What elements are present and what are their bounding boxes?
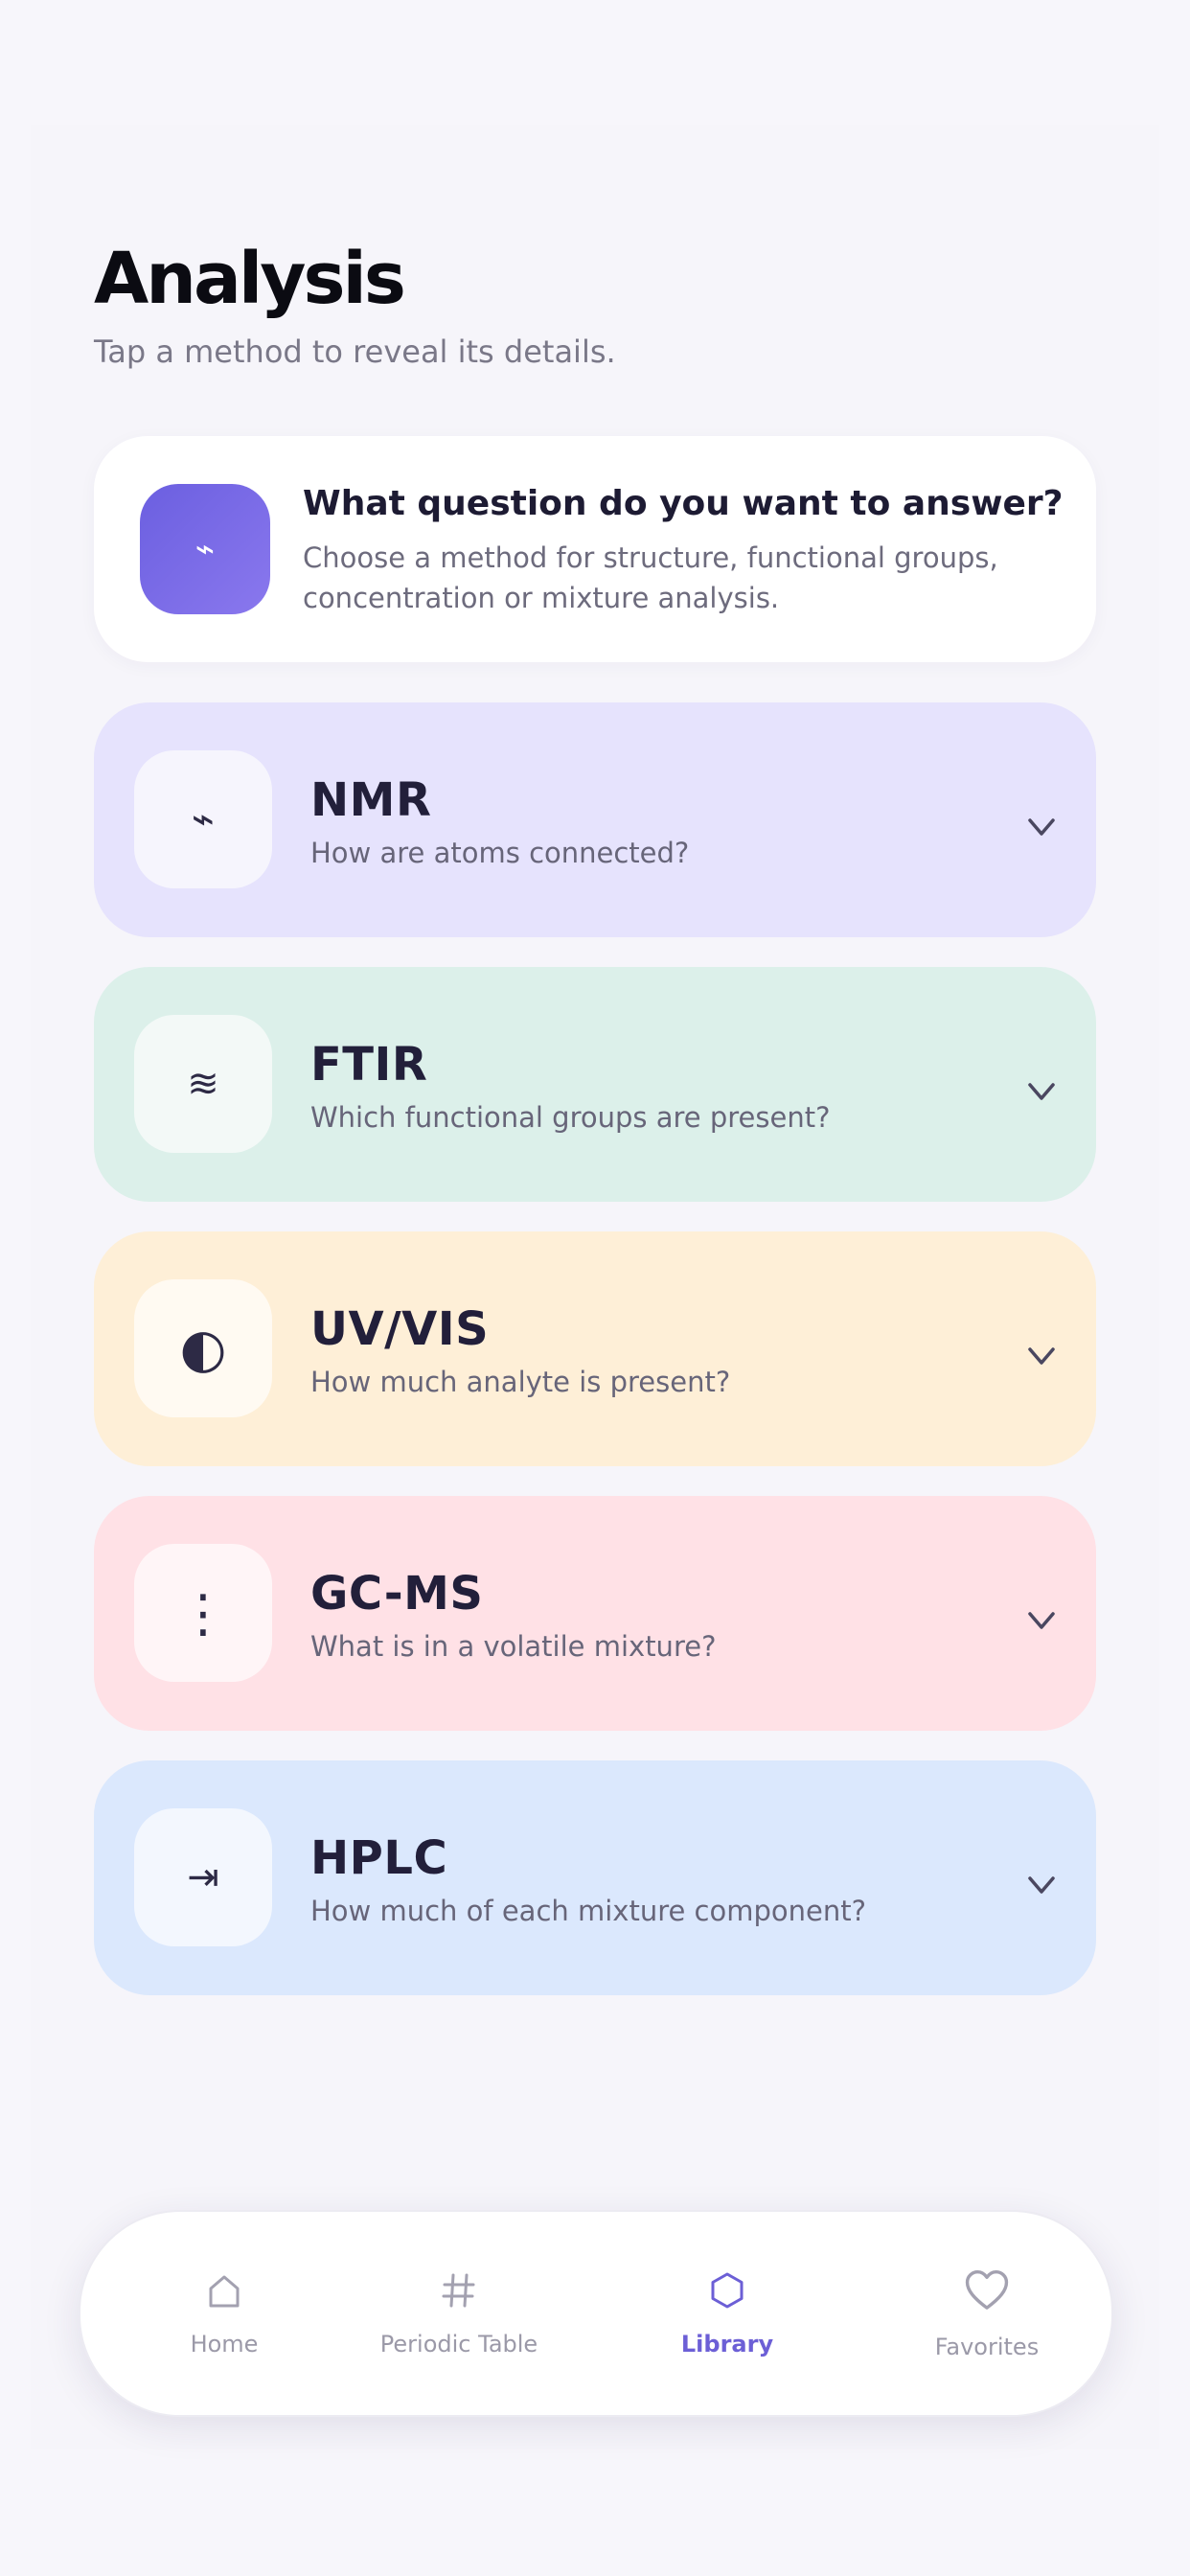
chevron-down-icon[interactable] <box>1027 1609 1056 1632</box>
intro-card: ⌁ What question do you want to answer? C… <box>94 436 1096 662</box>
intro-text: Choose a method for structure, functiona… <box>303 541 998 614</box>
nav-item-home[interactable]: Home <box>148 2212 301 2415</box>
method-name: FTIR <box>310 1038 428 1092</box>
nav-item-library[interactable]: Library <box>646 2212 809 2415</box>
nav-item-periodic-table[interactable]: Periodic Table <box>358 2212 560 2415</box>
method-card-gc-ms[interactable]: ⋮ GC-MS What is in a volatile mixture? <box>94 1496 1096 1731</box>
nav-label: Home <box>190 2331 259 2358</box>
method-name: HPLC <box>310 1831 448 1885</box>
dots-vertical-icon: ⋮ <box>134 1544 272 1682</box>
chevron-down-icon[interactable] <box>1027 1345 1056 1368</box>
method-card-uv-vis[interactable]: ◐ UV/VIS How much analyte is present? <box>94 1231 1096 1466</box>
chevron-down-icon[interactable] <box>1027 816 1056 839</box>
method-question: How much of each mixture component? <box>310 1895 866 1927</box>
method-card-hplc[interactable]: ⇥ HPLC How much of each mixture componen… <box>94 1760 1096 1995</box>
intro-title: What question do you want to answer? <box>303 484 1064 523</box>
chevron-down-icon[interactable] <box>1027 1874 1056 1897</box>
method-question: Which functional groups are present? <box>310 1101 831 1134</box>
page-subtitle: Tap a method to reveal its details. <box>94 334 616 370</box>
nav-label: Periodic Table <box>379 2331 538 2358</box>
method-name: NMR <box>310 773 432 827</box>
half-circle-icon: ◐ <box>134 1279 272 1417</box>
method-name: UV/VIS <box>310 1302 490 1356</box>
chevron-down-icon[interactable] <box>1027 1080 1056 1103</box>
arrow-to-bar-icon: ⇥ <box>134 1808 272 1946</box>
method-question: How much analyte is present? <box>310 1366 731 1398</box>
method-name: GC-MS <box>310 1567 484 1621</box>
page-title: Analysis <box>94 238 406 320</box>
method-card-nmr[interactable]: ⌁ NMR How are atoms connected? <box>94 702 1096 937</box>
nav-label: Favorites <box>934 2334 1040 2360</box>
lightning-icon: ⌁ <box>134 750 272 888</box>
home-icon <box>209 2275 240 2308</box>
method-card-ftir[interactable]: ≋ FTIR Which functional groups are prese… <box>94 967 1096 1202</box>
wave-icon: ≋ <box>134 1015 272 1153</box>
heart-icon <box>965 2269 1009 2310</box>
hexagon-icon <box>711 2272 744 2309</box>
lightning-icon: ⌁ <box>140 484 270 614</box>
bottom-nav: Home Periodic Table Library Favorites <box>79 2210 1113 2417</box>
nav-label: Library <box>680 2331 774 2358</box>
method-question: How are atoms connected? <box>310 837 690 869</box>
nav-item-favorites[interactable]: Favorites <box>910 2212 1064 2415</box>
hash-icon <box>442 2273 475 2308</box>
method-question: What is in a volatile mixture? <box>310 1630 717 1663</box>
